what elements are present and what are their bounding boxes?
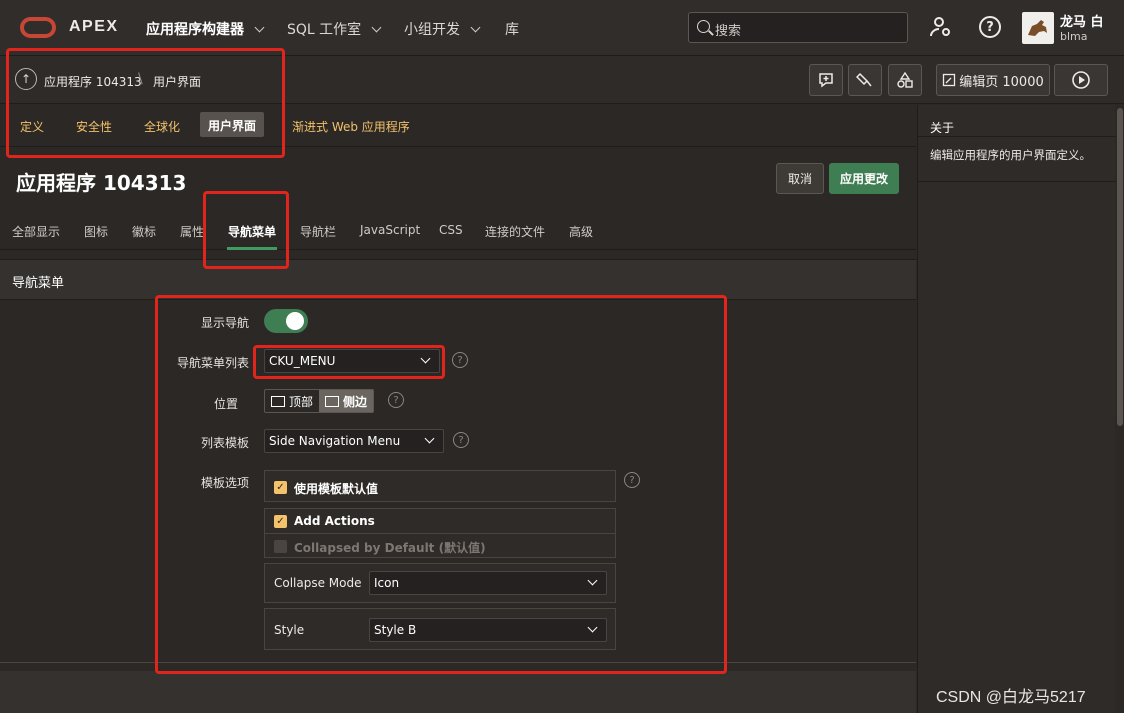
nav-team-dev-label: 小组开发 [404, 22, 460, 38]
chevron-down-icon [371, 22, 382, 32]
run-button[interactable] [1054, 64, 1108, 96]
chevron-down-icon [254, 22, 265, 32]
page-edit-icon [943, 73, 956, 87]
shared-components-button[interactable] [848, 64, 882, 96]
edit-tag-icon [856, 72, 872, 87]
nav-gallery[interactable]: 库 [505, 19, 519, 39]
subtab-pwa[interactable]: 渐进式 Web 应用程序 [292, 118, 410, 135]
nav-app-builder[interactable]: 应用程序构建器 [146, 19, 265, 39]
help-panel-title: 关于 [930, 121, 955, 135]
tab-advanced[interactable]: 高级 [569, 223, 593, 240]
scrollbar-thumb[interactable] [1117, 108, 1123, 426]
tab-attached-files[interactable]: 连接的文件 [485, 223, 545, 240]
edit-page-button[interactable]: 编辑页 10000 [936, 64, 1050, 96]
horse-avatar-icon [1028, 20, 1047, 36]
shapes-icon [897, 71, 913, 88]
cancel-button[interactable]: 取消 [776, 163, 824, 194]
edit-page-label: 编辑页 10000 [959, 74, 1044, 90]
nav-app-builder-label: 应用程序构建器 [146, 22, 244, 38]
user-name[interactable]: 龙马 白 [1060, 11, 1104, 30]
divider [918, 136, 1116, 137]
watermark: CSDN @白龙马5217 [936, 689, 1086, 706]
chevron-down-icon [470, 22, 481, 32]
comment-add-icon [819, 73, 833, 88]
help-panel-description: 编辑应用程序的用户界面定义。 [930, 148, 1091, 162]
annotation-box-nav-tab [203, 191, 289, 269]
nav-gallery-label: 库 [505, 22, 519, 38]
section-title: 导航菜单 [12, 276, 65, 291]
tab-navigation-bar[interactable]: 导航栏 [300, 223, 336, 240]
tab-icon[interactable]: 图标 [84, 223, 108, 240]
user-gear-icon [930, 17, 950, 37]
tab-attributes[interactable]: 属性 [180, 223, 204, 240]
divider [918, 181, 1116, 182]
attribute-tabs: 全部显示 图标 徽标 属性 导航菜单 导航栏 JavaScript CSS 连接… [0, 217, 916, 250]
question-icon: ? [979, 16, 1001, 38]
tab-javascript[interactable]: JavaScript [360, 223, 420, 237]
page-title: 应用程序 104313 [16, 171, 187, 195]
comment-button[interactable] [809, 64, 843, 96]
search-input[interactable]: 搜索 [688, 12, 908, 43]
section-header: 导航菜单 [0, 259, 916, 300]
apply-changes-button[interactable]: 应用更改 [829, 163, 899, 194]
nav-sql-workshop[interactable]: SQL 工作室 [287, 19, 382, 39]
help-button[interactable]: ? [977, 14, 1003, 40]
admin-user-icon[interactable] [928, 14, 954, 40]
nav-sql-workshop-label: SQL 工作室 [287, 22, 362, 38]
tab-logo[interactable]: 徽标 [132, 223, 156, 240]
shapes-button[interactable] [888, 64, 922, 96]
search-placeholder: 搜索 [715, 24, 742, 39]
nav-team-dev[interactable]: 小组开发 [404, 19, 481, 39]
apex-brand[interactable]: APEX [69, 18, 119, 36]
avatar[interactable] [1022, 12, 1054, 44]
annotation-box-breadcrumb [6, 48, 285, 158]
annotation-box-nav-list [253, 345, 445, 379]
user-login: blma [1060, 30, 1088, 43]
next-section-header [0, 671, 916, 713]
search-icon [697, 20, 710, 33]
oracle-logo[interactable] [20, 17, 56, 38]
tab-css[interactable]: CSS [439, 223, 463, 237]
help-panel: 关于 编辑应用程序的用户界面定义。 [917, 105, 1116, 713]
play-icon [1072, 71, 1090, 89]
tab-show-all[interactable]: 全部显示 [12, 223, 60, 240]
